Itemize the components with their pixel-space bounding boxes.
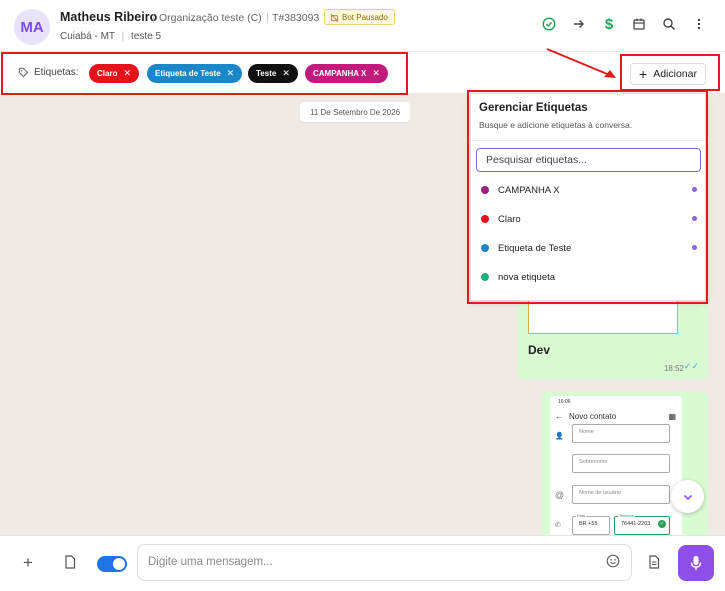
document-icon[interactable] (648, 555, 660, 574)
chevron-down-icon (683, 494, 692, 500)
phone-value: 76441-2203 (621, 521, 651, 527)
message-bubble-image[interactable]: 16:06 ← Novo contato ▦ 👤 Nome Sobrenome … (542, 392, 708, 535)
toggle-knob (113, 558, 125, 570)
header-actions: $ (541, 16, 707, 33)
check-icon: ✓ (658, 520, 666, 528)
plus-icon[interactable]: + (23, 553, 33, 573)
country-label: País (576, 513, 587, 518)
screenshot-image[interactable]: 16:06 ← Novo contato ▦ 👤 Nome Sobrenome … (550, 396, 682, 535)
calendar-icon[interactable] (631, 16, 647, 32)
bot-off-icon (330, 13, 339, 22)
at-icon: @ (555, 490, 565, 500)
double-check-icon: ✓✓ (683, 361, 699, 371)
phone-header: ← Novo contato (555, 412, 616, 421)
highlight-box-tags (1, 52, 408, 95)
scroll-down-button[interactable] (671, 480, 704, 513)
bot-status-label: Bot Pausado (342, 12, 388, 22)
avatar[interactable]: MA (14, 9, 50, 45)
ticket-id: T#383093 (272, 12, 320, 24)
phone-field-country: País BR +55 (572, 513, 610, 535)
location: Cuiabá - MT (60, 31, 115, 42)
date-separator: 11 De Setembro De 2026 (300, 102, 411, 122)
queue-name: teste 5 (131, 31, 162, 42)
message-time: 18:52 (663, 364, 684, 373)
annotation-arrow-icon (546, 48, 616, 78)
emoji-icon[interactable] (606, 554, 620, 573)
phone-field-number: Telefone 76441-2203 ✓ (614, 513, 670, 535)
country-value: BR +55 (579, 521, 598, 527)
organization-name: Organização teste (C) (159, 12, 262, 24)
signature-toggle[interactable] (97, 556, 127, 572)
highlight-box-add (620, 54, 720, 91)
microphone-icon (690, 556, 702, 570)
person-icon: 👤 (555, 433, 564, 440)
dollar-icon[interactable]: $ (601, 16, 617, 33)
message-text: Dev (528, 343, 551, 357)
phone-title: Novo contato (569, 412, 617, 421)
phone-field-username: Nome de usuário (572, 485, 670, 504)
phone-field-surname: Sobrenome (572, 454, 670, 473)
highlight-box-dropdown (467, 90, 708, 304)
search-icon[interactable] (661, 16, 677, 32)
contact-subline: Cuiabá - MT | teste 5 (60, 31, 161, 42)
separator: | (121, 31, 125, 42)
bot-status-badge: Bot Pausado (324, 9, 395, 25)
check-circle-icon[interactable] (541, 16, 557, 32)
microphone-button[interactable] (678, 545, 714, 581)
phone-field-name: Nome (572, 424, 670, 443)
qr-icon: ▦ (668, 412, 676, 421)
message-bubble[interactable]: Dev 18:52 ✓✓ (518, 294, 708, 379)
phone-label: Telefone (618, 513, 636, 518)
back-arrow-icon: ← (555, 412, 563, 421)
chat-header: MA Matheus Ribeiro | Organização teste (… (0, 0, 725, 52)
arrow-right-icon[interactable] (571, 16, 587, 32)
more-vertical-icon[interactable] (691, 16, 707, 32)
message-input[interactable]: Digite uma mensagem... (137, 544, 632, 581)
separator: | (152, 12, 155, 24)
separator: | (266, 12, 269, 24)
phone-icon: ✆ (555, 522, 561, 529)
file-icon[interactable] (64, 555, 76, 572)
phone-status-time: 16:06 (558, 399, 571, 405)
contact-name[interactable]: Matheus Ribeiro (60, 10, 157, 24)
message-composer: + Digite uma mensagem... (0, 535, 725, 591)
